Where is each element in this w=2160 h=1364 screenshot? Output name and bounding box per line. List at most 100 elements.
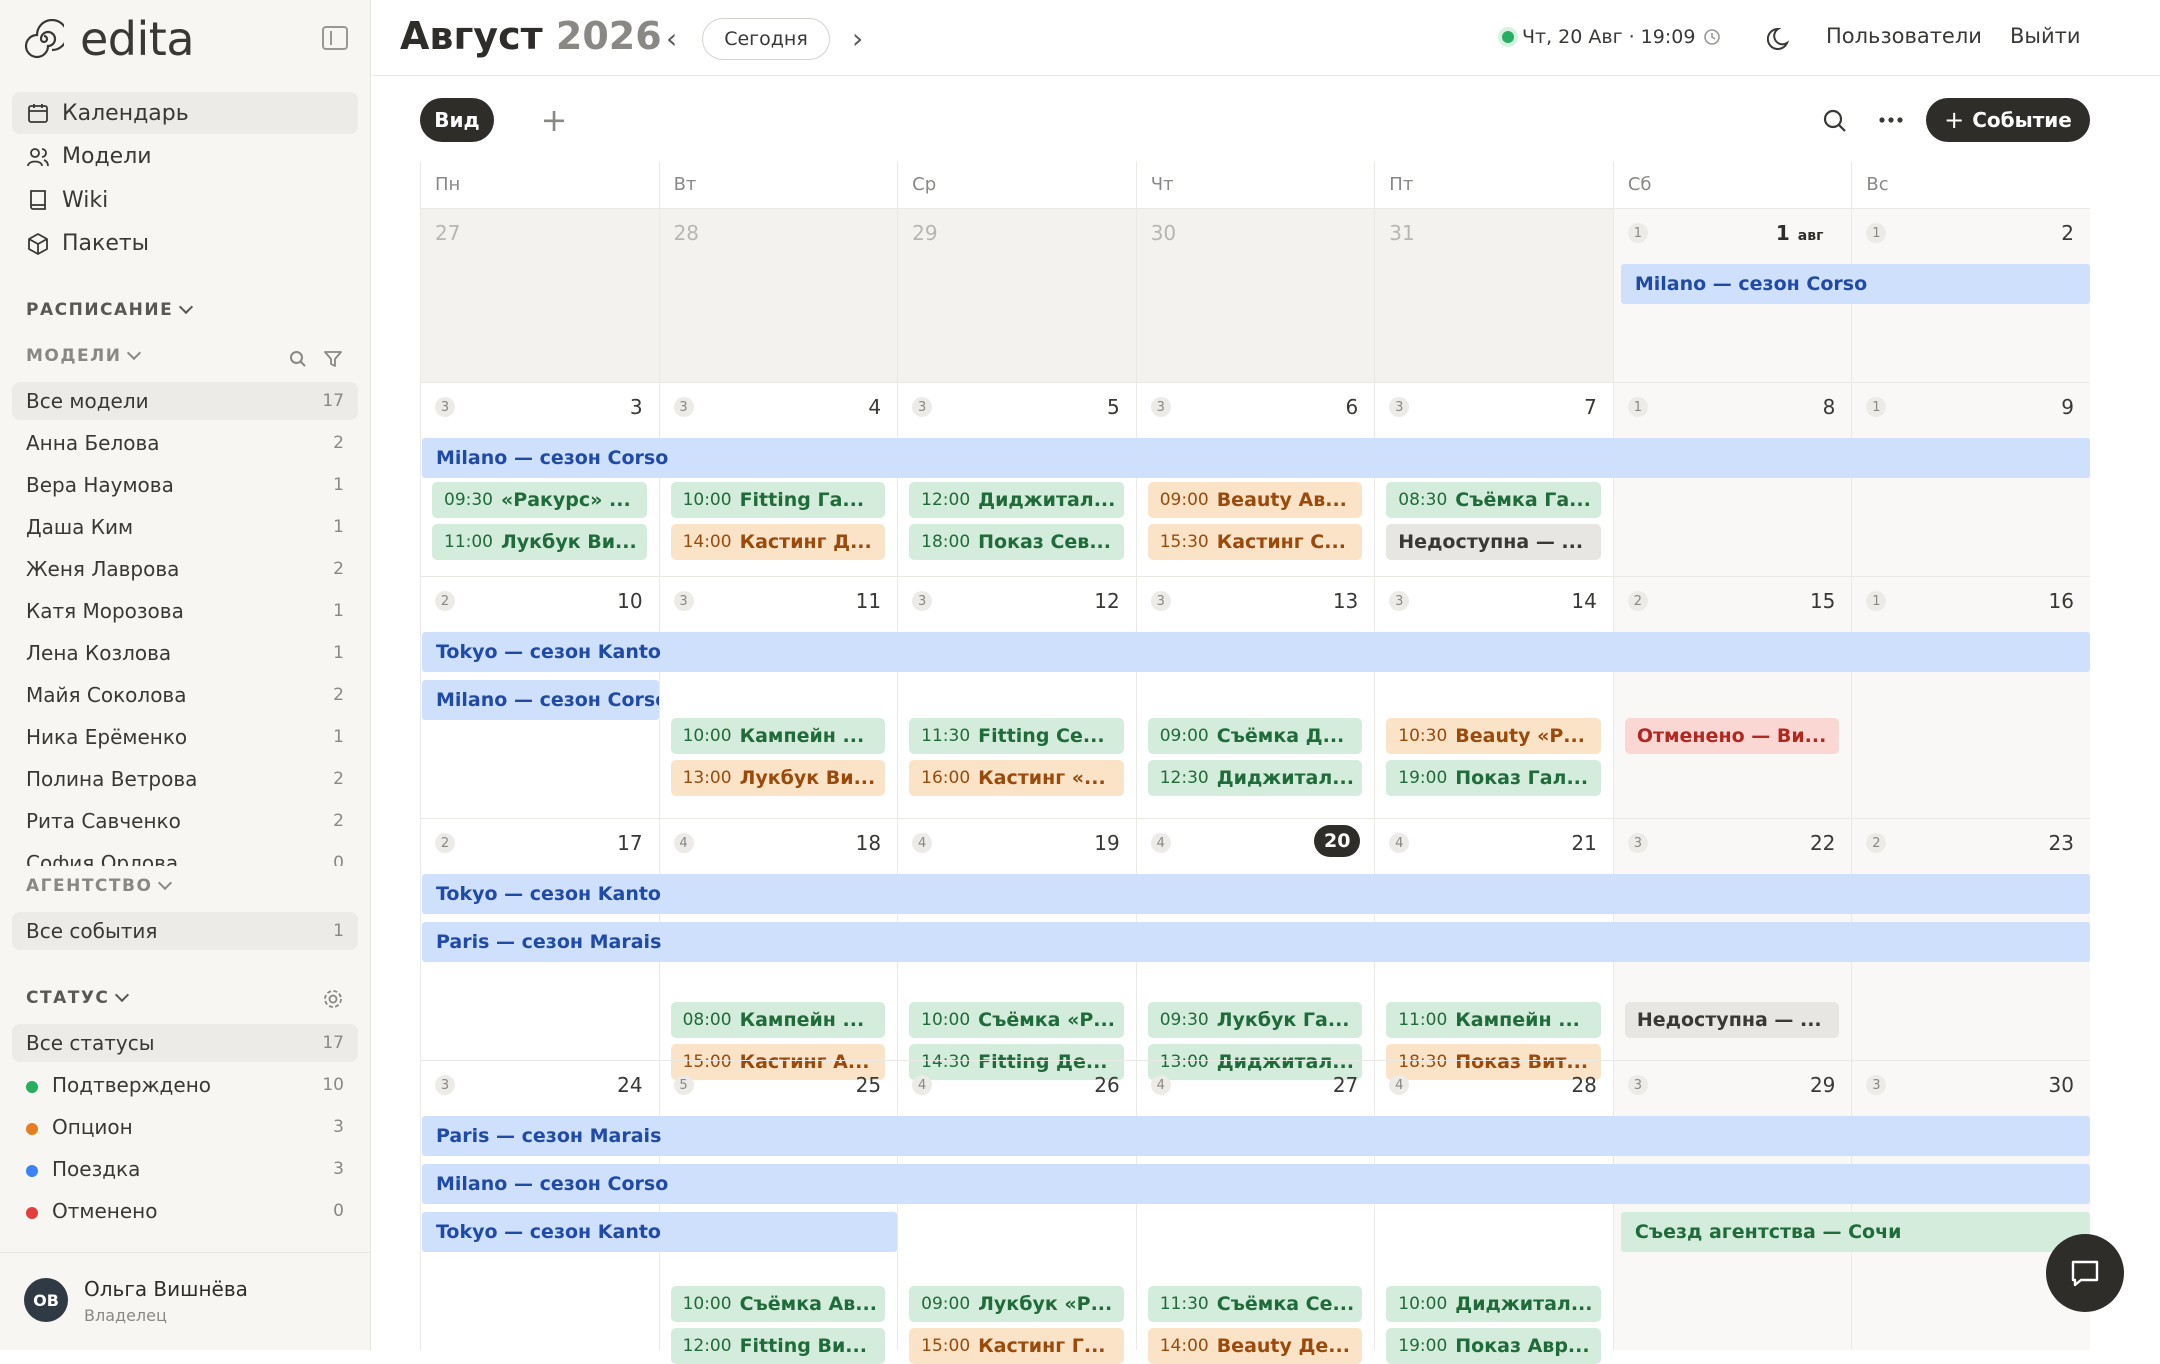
- gear-icon[interactable]: [322, 988, 344, 1010]
- multi-day-event[interactable]: Milano — сезон Corso: [422, 438, 2090, 478]
- day-number[interactable]: 28: [674, 221, 699, 245]
- list-item[interactable]: Все модели 17: [12, 382, 358, 420]
- list-item[interactable]: Все события 1: [12, 912, 358, 950]
- day-number[interactable]: 23: [2049, 831, 2074, 855]
- event-chip[interactable]: 11:30 Съёмка Се...: [1147, 1286, 1363, 1322]
- event-chip[interactable]: 08:30 Съёмка Га...: [1386, 482, 1601, 518]
- event-chip[interactable]: 11:30 Fitting Се...: [909, 718, 1124, 754]
- day-number[interactable]: 6: [1346, 395, 1359, 419]
- event-chip[interactable]: 10:00 Диджитал...: [1386, 1286, 1601, 1322]
- multi-day-event[interactable]: Milano — сезон Corso: [422, 1164, 2090, 1204]
- brand[interactable]: edita: [24, 12, 195, 66]
- day-number[interactable]: 24: [617, 1073, 642, 1097]
- section-schedule[interactable]: РАСПИСАНИЕ: [26, 299, 194, 320]
- day-number[interactable]: 27: [1333, 1073, 1358, 1097]
- filter-icon[interactable]: [324, 350, 342, 368]
- day-number[interactable]: 16: [2049, 589, 2074, 613]
- multi-day-event[interactable]: Tokyo — сезон Kanto: [422, 874, 2090, 914]
- event-chip[interactable]: Отменено — Ви...: [1624, 718, 1840, 754]
- day-number[interactable]: 5: [1107, 395, 1120, 419]
- sidebar-item-0[interactable]: Календарь: [12, 92, 358, 134]
- event-chip[interactable]: 12:30 Диджитал...: [1147, 760, 1363, 796]
- event-chip[interactable]: 09:30 Лукбук Га...: [1147, 1002, 1363, 1038]
- list-item[interactable]: Отменено 0: [12, 1192, 358, 1230]
- list-item[interactable]: Лена Козлова 1: [12, 634, 358, 672]
- day-cell[interactable]: 29: [897, 208, 1136, 382]
- multi-day-event[interactable]: Milano — сезон Corso: [1620, 264, 2090, 304]
- day-cell[interactable]: 28: [658, 208, 898, 382]
- new-event-button[interactable]: + Событие: [1926, 98, 2090, 142]
- day-number[interactable]: 1 авг: [1776, 221, 1824, 245]
- multi-day-event[interactable]: Съезд агентства — Сочи: [1620, 1212, 2090, 1252]
- day-number[interactable]: 8: [1823, 395, 1836, 419]
- event-chip[interactable]: 15:00 Кастинг Г...: [909, 1328, 1124, 1364]
- list-item[interactable]: Ника Ерёменко 1: [12, 718, 358, 756]
- list-item[interactable]: Майя Соколова 2: [12, 676, 358, 714]
- day-cell[interactable]: 2 15: [1612, 576, 1852, 818]
- day-number[interactable]: 22: [1810, 831, 1835, 855]
- day-number[interactable]: 12: [1094, 589, 1119, 613]
- user-profile[interactable]: ОВ Ольга Вишнёва Владелец: [0, 1252, 370, 1350]
- event-chip[interactable]: 10:00 Съёмка «Р...: [909, 1002, 1124, 1038]
- event-chip[interactable]: 14:00 Кастинг Д...: [670, 524, 886, 560]
- event-chip[interactable]: 14:00 Beauty Де...: [1147, 1328, 1363, 1364]
- event-chip[interactable]: 10:00 Fitting Га...: [670, 482, 886, 518]
- event-chip[interactable]: 13:00 Лукбук Ви...: [670, 760, 886, 796]
- day-number[interactable]: 14: [1571, 589, 1596, 613]
- list-item[interactable]: Женя Лаврова 2: [12, 550, 358, 588]
- list-item[interactable]: Катя Морозова 1: [12, 592, 358, 630]
- day-cell[interactable]: 19: [1851, 382, 2090, 576]
- section-status[interactable]: СТАТУС: [26, 987, 130, 1008]
- event-chip[interactable]: Недоступна — ...: [1386, 524, 1601, 560]
- day-number[interactable]: 29: [912, 221, 937, 245]
- event-chip[interactable]: 10:00 Съёмка Ав...: [670, 1286, 886, 1322]
- event-chip[interactable]: 12:00 Диджитал...: [909, 482, 1124, 518]
- list-item[interactable]: Вера Наумова 1: [12, 466, 358, 504]
- event-chip[interactable]: 12:00 Fitting Ви...: [670, 1328, 886, 1364]
- event-chip[interactable]: 08:00 Кампейн ...: [670, 1002, 886, 1038]
- day-cell[interactable]: 30: [1135, 208, 1375, 382]
- event-chip[interactable]: Недоступна — ...: [1624, 1002, 1840, 1038]
- day-number[interactable]: 7: [1584, 395, 1597, 419]
- moon-icon[interactable]: [1767, 24, 1795, 52]
- prev-month-button[interactable]: ‹: [666, 22, 677, 55]
- logout-link[interactable]: Выйти: [2010, 24, 2081, 48]
- section-agency[interactable]: АГЕНТСТВО: [26, 875, 173, 896]
- multi-day-event[interactable]: Tokyo — сезон Kanto: [422, 632, 2090, 672]
- day-number[interactable]: 3: [630, 395, 643, 419]
- event-chip[interactable]: 09:30 «Ракурс» ...: [432, 482, 647, 518]
- event-chip[interactable]: 11:00 Кампейн ...: [1386, 1002, 1601, 1038]
- day-number[interactable]: 2: [2061, 221, 2074, 245]
- day-number[interactable]: 18: [856, 831, 881, 855]
- day-number[interactable]: 30: [1151, 221, 1176, 245]
- event-chip[interactable]: 15:30 Кастинг С...: [1147, 524, 1363, 560]
- event-chip[interactable]: 19:00 Показ Авр...: [1386, 1328, 1601, 1364]
- day-number[interactable]: 11: [856, 589, 881, 613]
- today-day-number[interactable]: 20: [1314, 825, 1361, 857]
- event-chip[interactable]: 10:30 Beauty «Р...: [1386, 718, 1601, 754]
- multi-day-event[interactable]: Tokyo — сезон Kanto: [422, 1212, 898, 1252]
- event-chip[interactable]: 10:00 Кампейн ...: [670, 718, 886, 754]
- list-item[interactable]: Даша Ким 1: [12, 508, 358, 546]
- collapse-sidebar-icon[interactable]: [322, 26, 348, 50]
- sidebar-item-1[interactable]: Модели: [12, 136, 358, 178]
- day-number[interactable]: 26: [1094, 1073, 1119, 1097]
- today-button[interactable]: Сегодня: [702, 18, 830, 60]
- multi-day-event[interactable]: Paris — сезон Marais: [422, 922, 2090, 962]
- list-item[interactable]: Поездка 3: [12, 1150, 358, 1188]
- multi-day-event[interactable]: Paris — сезон Marais: [422, 1116, 2090, 1156]
- search-icon[interactable]: [1822, 108, 1848, 134]
- more-icon[interactable]: [1878, 116, 1904, 124]
- next-month-button[interactable]: ›: [852, 22, 863, 55]
- day-number[interactable]: 28: [1571, 1073, 1596, 1097]
- day-cell[interactable]: 18: [1612, 382, 1852, 576]
- day-number[interactable]: 10: [617, 589, 642, 613]
- list-item[interactable]: Рита Савченко 2: [12, 802, 358, 840]
- chat-button[interactable]: [2046, 1234, 2124, 1312]
- search-icon[interactable]: [289, 350, 307, 368]
- list-item[interactable]: Полина Ветрова 2: [12, 760, 358, 798]
- sidebar-item-3[interactable]: Пакеты: [12, 223, 358, 265]
- day-number[interactable]: 25: [856, 1073, 881, 1097]
- day-cell[interactable]: 3 30: [1851, 1060, 2090, 1350]
- multi-day-event[interactable]: Milano — сезон Corso: [422, 680, 659, 720]
